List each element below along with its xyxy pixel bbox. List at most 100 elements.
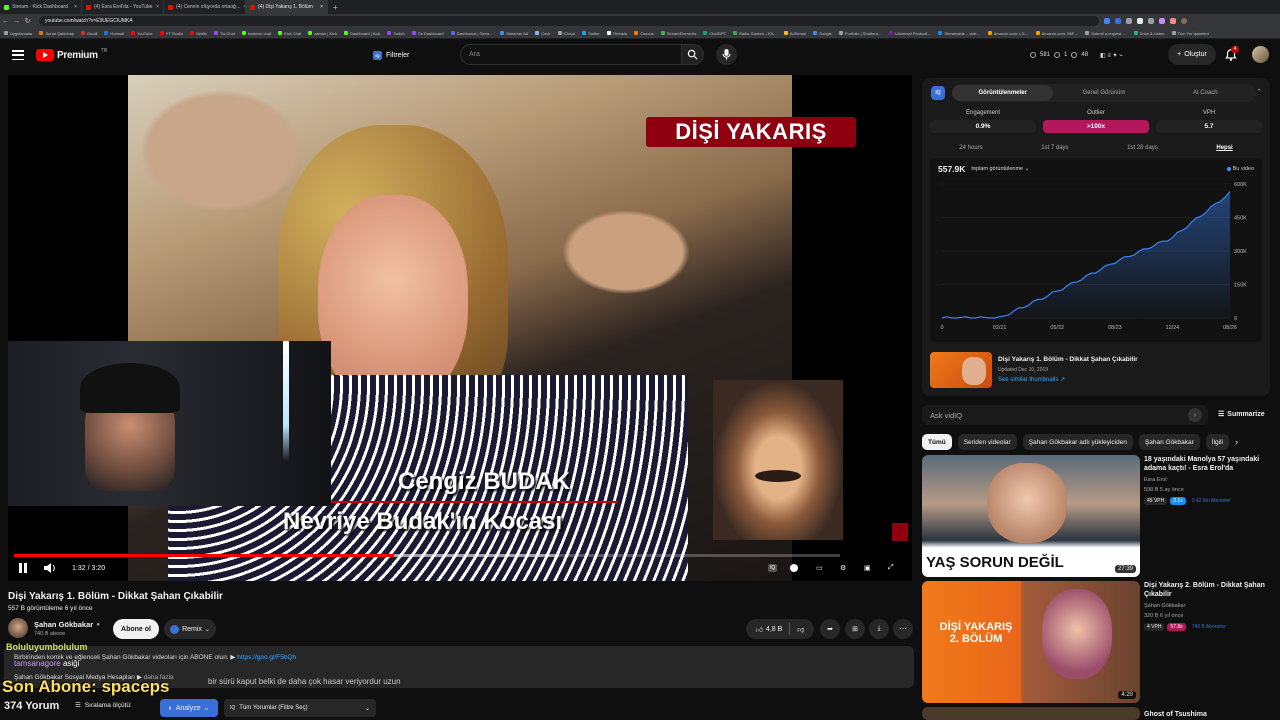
comment-filter-select[interactable]: IQ Tüm Yorumlar (Filtre Seç) ⌄	[224, 699, 376, 717]
channel-name[interactable]: Şahan Gökbakar ●	[34, 620, 100, 629]
thumbs-down-icon[interactable]: 👎︎	[797, 625, 804, 634]
back-icon[interactable]: ←	[0, 18, 11, 25]
extension-icon[interactable]	[1148, 18, 1154, 24]
vidiq-stats[interactable]: 581 1 48 ◧ ≡ ✦ ⌁	[1030, 47, 1123, 63]
bookmark-item[interactable]: StreamElements	[660, 31, 696, 36]
browser-tab[interactable]: (4) Dişi Yakarış 1. Bölüm ×	[246, 0, 328, 14]
description-link[interactable]: https://goo.gl/F5bQh	[237, 654, 296, 661]
chip-series[interactable]: Seriden videolar	[957, 434, 1017, 450]
bookmark-item[interactable]: Universal Producti…	[888, 31, 931, 36]
bookmark-item[interactable]: zaman | Kick	[308, 31, 337, 36]
bookmark-item[interactable]: Çevir	[535, 31, 551, 36]
subscribe-button[interactable]: Abone ol	[113, 619, 159, 639]
bookmark-item[interactable]: Sunar Şahinbaş	[39, 31, 74, 36]
account-avatar[interactable]	[1252, 46, 1269, 63]
bookmark-item[interactable]: ChatGPT	[703, 31, 726, 36]
profile-icon[interactable]	[1181, 18, 1187, 24]
filters-button[interactable]: IQ Filtreler	[373, 47, 409, 63]
subtitles-icon[interactable]: ▭	[816, 561, 823, 575]
remix-button[interactable]: Remix ⌄	[164, 619, 216, 639]
bookmark-item[interactable]: Uygulamalar	[4, 31, 32, 36]
chevron-right-icon[interactable]: ›	[1235, 437, 1238, 447]
bookmark-item[interactable]: Tw Chat	[214, 31, 235, 36]
recommendation-item[interactable]: DİŞİ YAKARIŞ 2. BÖLÜM 4:20 Dişi Yakarış …	[922, 581, 1272, 705]
analyze-button[interactable]: ◐ Analyze ⌄	[160, 699, 218, 717]
progress-bar[interactable]	[14, 554, 840, 557]
extension-icon[interactable]	[1137, 18, 1143, 24]
video-card-thumbnail[interactable]	[930, 352, 992, 388]
bookmark-item[interactable]: Threads	[606, 31, 627, 36]
search-input[interactable]: Ara	[460, 44, 682, 65]
reload-icon[interactable]: ↻	[22, 17, 33, 25]
close-tab-icon[interactable]: ×	[74, 4, 77, 10]
youtube-logo[interactable]: Premium TR	[36, 48, 107, 61]
extension-icon[interactable]	[1159, 18, 1165, 24]
bookmark-item[interactable]: Kick Chat	[278, 31, 301, 36]
close-tab-icon[interactable]: ×	[156, 4, 159, 10]
vidiq-player-icon[interactable]: IQ	[768, 561, 778, 575]
bookmark-item[interactable]: Twitter	[581, 31, 600, 36]
chip-uploader[interactable]: Şahan Gökbakar adlı yükleyiciden	[1022, 434, 1133, 450]
bookmark-item[interactable]: Tw Dashboard	[411, 31, 444, 36]
bookmark-item[interactable]: Dashboard | Strea…	[450, 31, 493, 36]
recommendation-thumbnail[interactable]: DİŞİ YAKARIŞ 2. BÖLÜM 4:20	[922, 581, 1140, 703]
chip-channel[interactable]: Şahan Gökbakar	[1138, 434, 1200, 450]
bookmark-item[interactable]: AdSense	[783, 31, 806, 36]
bookmark-item[interactable]: Ozzcus	[634, 31, 654, 36]
fullscreen-icon[interactable]: ⤢	[888, 561, 894, 575]
range-7d[interactable]: 1st 7 days	[1041, 145, 1068, 151]
bookmark-item[interactable]: Amazon.com: WiF…	[1035, 31, 1078, 36]
settings-gear-icon[interactable]: ⚙	[840, 561, 846, 575]
chip-related[interactable]: İlgili	[1205, 434, 1229, 450]
browser-tab[interactable]: (4) Esra Erol'da - YouTube ×	[82, 0, 164, 14]
bookmark-item[interactable]: Radio Garden – Kli…	[732, 31, 777, 36]
bookmark-item[interactable]: Drive & Listen	[1133, 31, 1165, 36]
save-icon[interactable]: ⊞	[845, 619, 865, 639]
similar-thumbnails-link[interactable]: See similar thumbnails ↗	[998, 376, 1065, 383]
bookmark-item[interactable]: YouTube	[130, 31, 153, 36]
extension-icon[interactable]	[1104, 18, 1110, 24]
recommendation-thumbnail[interactable]	[922, 707, 1140, 720]
tab-views[interactable]: Görüntülenmeler	[952, 85, 1054, 101]
autoplay-toggle[interactable]	[790, 561, 798, 575]
recommendation-item[interactable]: YAŞ SORUN DEĞİL 27:39 18 yaşındaki Manol…	[922, 455, 1272, 579]
video-player[interactable]: DİŞİ YAKARIŞ Cengiz BUDAK Nevriye Budak'…	[8, 75, 912, 581]
chip-all[interactable]: Tümü	[922, 434, 952, 450]
play-pause-button[interactable]	[18, 561, 28, 575]
bookmark-item[interactable]: keskinin chat	[241, 31, 271, 36]
collapse-icon[interactable]: ⌃	[1256, 88, 1262, 96]
share-icon[interactable]: ➦	[820, 619, 840, 639]
new-tab-button[interactable]: +	[328, 3, 343, 12]
sort-button[interactable]: ☰ Sıralama ölçütü:	[75, 701, 132, 710]
recommendation-channel[interactable]: Esra Erol	[1144, 477, 1167, 483]
recommendation-item[interactable]: Ghost of Tsushima	[922, 707, 1272, 720]
bookmark-item[interactable]: Google	[812, 31, 832, 36]
range-24h[interactable]: 24 hours	[959, 145, 982, 151]
menu-icon[interactable]	[12, 50, 24, 60]
tab-overview[interactable]: Genel Görünüm	[1053, 90, 1154, 96]
bookmark-item[interactable]: Portfolio | Shuttera…	[838, 31, 882, 36]
bookmark-item[interactable]: Amazon.com: LG…	[987, 31, 1029, 36]
extension-icon[interactable]	[1115, 18, 1121, 24]
bookmark-item[interactable]: Gmail	[80, 31, 97, 36]
browser-tab[interactable]: (4) Cennin ırlüyorda ortaoğ…×	[164, 0, 246, 14]
channel-avatar[interactable]	[8, 618, 28, 638]
voice-search-button[interactable]	[716, 44, 737, 65]
bookmark-item[interactable]: Netflix	[190, 31, 207, 36]
bookmark-item[interactable]: Hotmail	[104, 31, 124, 36]
miniplayer-icon[interactable]: ▣	[864, 561, 871, 575]
forward-icon[interactable]: →	[11, 18, 22, 25]
like-button[interactable]: 👍︎ 4,8 B	[756, 625, 783, 634]
bookmark-item[interactable]: Submit a request …	[1085, 31, 1127, 36]
vidiq-tools-icon[interactable]: ◧ ≡ ✦ ⌁	[1100, 52, 1123, 59]
recommendation-channel[interactable]: Şahan Gökbakar	[1144, 603, 1185, 609]
bookmark-item[interactable]: Dashboard | Kick	[344, 31, 380, 36]
download-icon[interactable]: ⤓	[869, 619, 889, 639]
extension-icon[interactable]	[1126, 18, 1132, 24]
ask-vidiq-input[interactable]: Ask vidIQ	[922, 405, 1208, 425]
bookmark-item[interactable]: Tüm Yer İşaretleri	[1171, 31, 1209, 36]
close-tab-icon[interactable]: ×	[320, 4, 323, 10]
recommendation-thumbnail[interactable]: YAŞ SORUN DEĞİL 27:39	[922, 455, 1140, 577]
browser-tab[interactable]: Stream - Kick Dashboard ×	[0, 0, 82, 14]
extension-icon[interactable]	[1170, 18, 1176, 24]
